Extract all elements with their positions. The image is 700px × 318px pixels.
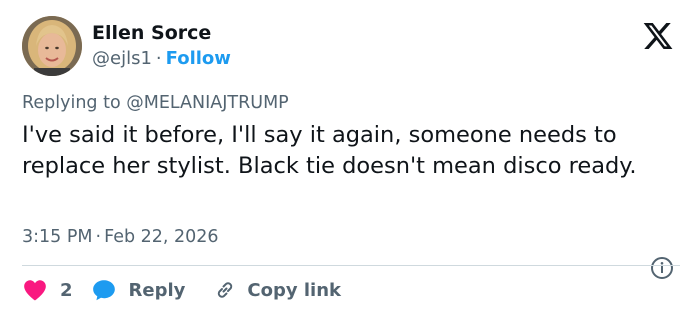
avatar-image [22, 16, 82, 76]
author-handle[interactable]: @ejls1 [92, 48, 152, 69]
copy-link-button[interactable]: Copy link [213, 278, 341, 302]
tweet-text: I've said it before, I'll say it again, … [22, 122, 637, 179]
author-handle-row: @ejls1 · Follow [92, 48, 231, 69]
tweet-time: 3:15 PM [22, 227, 93, 247]
x-logo-icon[interactable] [640, 20, 676, 52]
copy-link-label: Copy link [247, 279, 341, 301]
action-bar: 2 Reply Copy link [22, 276, 341, 304]
info-icon [651, 257, 673, 279]
heart-icon [24, 280, 46, 301]
replying-to-prefix: Replying to [22, 93, 121, 113]
info-button[interactable] [650, 256, 674, 280]
divider [22, 265, 680, 266]
tweet-timestamp[interactable]: 3:15 PM · Feb 22, 2026 [22, 227, 219, 247]
follow-button[interactable]: Follow [166, 48, 231, 69]
avatar[interactable] [22, 16, 82, 76]
author-name[interactable]: Ellen Sorce [92, 22, 211, 44]
replying-to: Replying to @MELANIAJTRUMP [22, 93, 289, 113]
replying-to-mention[interactable]: @MELANIAJTRUMP [126, 93, 288, 113]
tweet-date: Feb 22, 2026 [104, 227, 219, 247]
like-count: 2 [60, 279, 73, 301]
meta-separator: · [95, 227, 102, 247]
like-button[interactable]: 2 [22, 277, 73, 303]
separator: · [155, 48, 162, 69]
reply-button[interactable]: Reply [91, 277, 186, 303]
speech-bubble-icon [92, 280, 115, 301]
reply-label: Reply [128, 279, 186, 301]
link-icon [218, 282, 233, 298]
